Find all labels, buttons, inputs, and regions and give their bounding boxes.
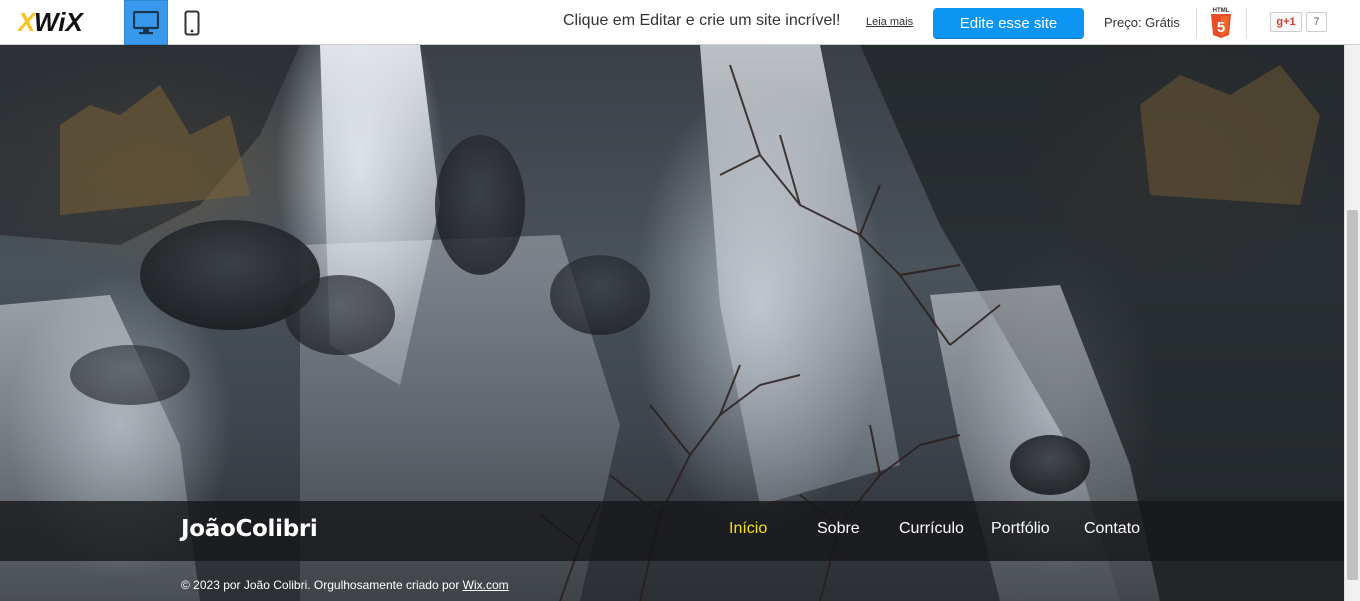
mobile-view-button[interactable] [170, 0, 214, 45]
svg-text:WiX: WiX [34, 9, 85, 35]
divider [1196, 8, 1197, 38]
footer-copyright: © 2023 por João Colibri. Orgulhosamente … [181, 578, 463, 592]
desktop-monitor-icon [133, 10, 159, 34]
footer-wix-link[interactable]: Wix.com [463, 578, 509, 592]
google-plus-button[interactable]: g+1 [1270, 12, 1302, 32]
divider [1246, 8, 1247, 38]
nav-item-portfolio[interactable]: Portfólio [991, 520, 1050, 538]
wix-preview-bar: X WiX Clique em Editar e crie um site in… [0, 0, 1360, 45]
promo-text: Clique em Editar e crie um site incrível… [563, 12, 841, 29]
svg-text:5: 5 [1217, 19, 1225, 36]
site-title[interactable]: JoãoColibri [181, 516, 318, 542]
desktop-view-button[interactable] [124, 0, 168, 45]
price-label: Preço: Grátis [1104, 15, 1180, 30]
wix-logo[interactable]: X WiX [18, 9, 118, 35]
nav-item-sobre[interactable]: Sobre [817, 520, 860, 538]
footer-text: © 2023 por João Colibri. Orgulhosamente … [181, 578, 509, 592]
site-header-nav: JoãoColibri Início Sobre Currículo Portf… [0, 501, 1344, 561]
scrollbar-thumb[interactable] [1347, 210, 1358, 580]
read-more-link[interactable]: Leia mais [866, 16, 913, 28]
nav-item-contato[interactable]: Contato [1084, 520, 1140, 538]
nav-item-inicio[interactable]: Início [729, 520, 767, 538]
html5-icon[interactable]: HTML 5 [1208, 5, 1234, 39]
edit-site-button[interactable]: Edite esse site [933, 8, 1084, 38]
mobile-phone-icon [184, 10, 200, 35]
google-plus-count: 7 [1306, 12, 1327, 32]
svg-text:HTML: HTML [1213, 8, 1230, 14]
wix-logo-icon: X WiX [18, 9, 85, 35]
nav-item-curriculo[interactable]: Currículo [899, 520, 964, 538]
vertical-scrollbar[interactable] [1344, 45, 1360, 601]
